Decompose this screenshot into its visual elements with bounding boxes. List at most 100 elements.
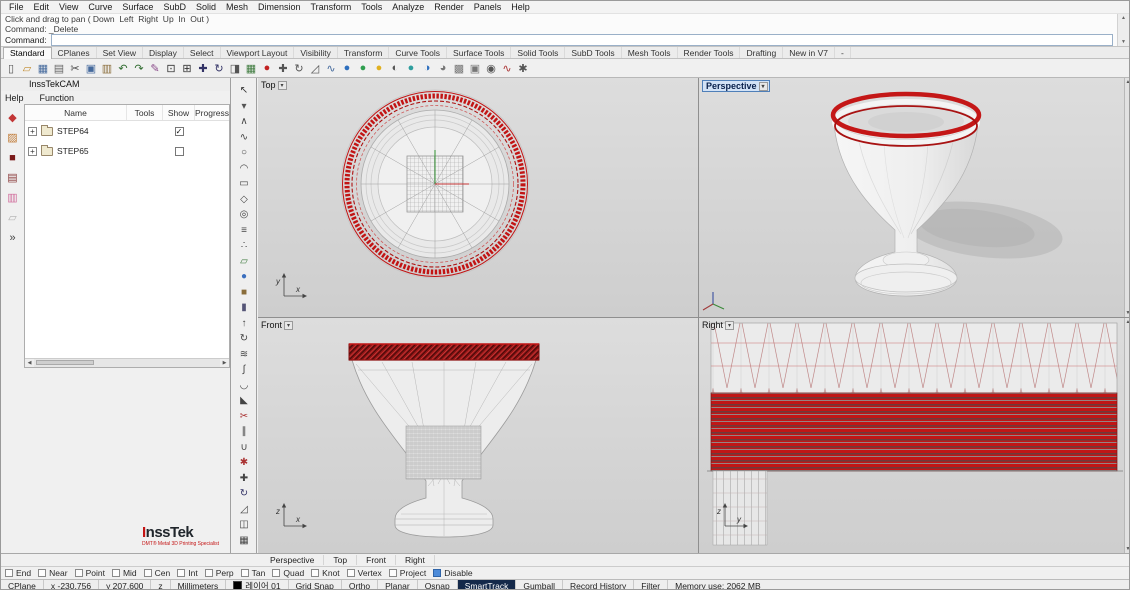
curve-tool-icon[interactable]: ∿ bbox=[499, 60, 515, 76]
shaded-globe-icon[interactable]: ◐ bbox=[387, 60, 403, 76]
cam-printer-icon[interactable]: ▤ bbox=[5, 170, 20, 185]
expand-icon[interactable] bbox=[28, 147, 37, 156]
polygon-icon[interactable]: ◇ bbox=[236, 192, 253, 208]
osnap-checkbox-disable[interactable] bbox=[433, 569, 441, 577]
perspective-scrollbar[interactable]: ▲ ▼ bbox=[1124, 78, 1130, 317]
osnap-tan[interactable]: Tan bbox=[241, 568, 266, 578]
toolbar-tab-cplanes[interactable]: CPlanes bbox=[52, 47, 97, 58]
ellipse-icon[interactable]: ◎ bbox=[236, 207, 253, 223]
array-icon[interactable]: ▦ bbox=[236, 533, 253, 549]
osnap-int[interactable]: Int bbox=[177, 568, 197, 578]
viewport-tab-top[interactable]: Top bbox=[324, 555, 357, 565]
cam-machine-icon[interactable]: ■ bbox=[5, 150, 20, 165]
osnap-quad[interactable]: Quad bbox=[272, 568, 304, 578]
status-cplane[interactable]: CPlane bbox=[1, 580, 44, 590]
lamp-icon[interactable]: ● bbox=[371, 60, 387, 76]
right-viewport-canvas[interactable]: zy bbox=[699, 318, 1130, 553]
cam-menu-help[interactable]: Help bbox=[5, 93, 24, 103]
chamfer-icon[interactable]: ◣ bbox=[236, 393, 253, 409]
move-tool-icon[interactable]: ✚ bbox=[275, 60, 291, 76]
zoom-extents-icon[interactable]: ⊞ bbox=[179, 60, 195, 76]
osnap-checkbox-quad[interactable] bbox=[272, 569, 280, 577]
cylinder-icon[interactable]: ▮ bbox=[236, 300, 253, 316]
viewport-title[interactable]: Front bbox=[261, 320, 282, 330]
cam-menu-function[interactable]: Function bbox=[40, 93, 75, 103]
osnap-near[interactable]: Near bbox=[38, 568, 67, 578]
sphere-icon[interactable]: ● bbox=[236, 269, 253, 285]
command-input[interactable] bbox=[51, 34, 1113, 46]
split-icon[interactable]: ∥ bbox=[236, 424, 253, 440]
revolve-icon[interactable]: ↻ bbox=[236, 331, 253, 347]
cam-export-icon[interactable]: ▱ bbox=[5, 210, 20, 225]
chevron-down-icon[interactable]: ▾ bbox=[725, 321, 734, 330]
zoom-window-icon[interactable]: ⊡ bbox=[163, 60, 179, 76]
status-toggle-record-history[interactable]: Record History bbox=[563, 580, 634, 590]
chevron-down-icon[interactable]: ▾ bbox=[284, 321, 293, 330]
sphere-teal-icon[interactable]: ● bbox=[403, 60, 419, 76]
status-units[interactable]: Millimeters bbox=[171, 580, 227, 590]
loft-icon[interactable]: ≋ bbox=[236, 347, 253, 363]
osnap-checkbox-cen[interactable] bbox=[144, 569, 152, 577]
toolbar-tab-curve-tools[interactable]: Curve Tools bbox=[389, 47, 447, 58]
status-toggle-smarttrack[interactable]: SmartTrack bbox=[458, 580, 517, 590]
menu-file[interactable]: File bbox=[4, 2, 29, 12]
scroll-up-icon[interactable]: ▲ bbox=[1121, 15, 1126, 21]
viewport-label-right[interactable]: Right ▾ bbox=[702, 320, 734, 330]
material-ball-icon[interactable]: ◕ bbox=[435, 60, 451, 76]
menu-mesh[interactable]: Mesh bbox=[221, 2, 253, 12]
circle-icon[interactable]: ○ bbox=[236, 145, 253, 161]
viewport-label-front[interactable]: Front ▾ bbox=[261, 320, 293, 330]
popup-menu-icon[interactable]: ▾ bbox=[236, 99, 253, 115]
viewport-right[interactable]: zy Right ▾ ▲ ▼ bbox=[699, 318, 1130, 553]
polyline-icon[interactable]: ∧ bbox=[236, 114, 253, 130]
red-marker-icon[interactable]: ● bbox=[259, 60, 275, 76]
curve-point-icon[interactable]: ∿ bbox=[323, 60, 339, 76]
rectangle-icon[interactable]: ▭ bbox=[236, 176, 253, 192]
osnap-cen[interactable]: Cen bbox=[144, 568, 171, 578]
osnap-vertex[interactable]: Vertex bbox=[347, 568, 382, 578]
points-icon[interactable]: ∴ bbox=[236, 238, 253, 254]
viewport-title[interactable]: Right bbox=[702, 320, 723, 330]
open-file-icon[interactable]: ▱ bbox=[19, 60, 35, 76]
status-toggle-filter[interactable]: Filter bbox=[634, 580, 668, 590]
menu-render[interactable]: Render bbox=[429, 2, 469, 12]
fillet-icon[interactable]: ◡ bbox=[236, 378, 253, 394]
sphere-green-icon[interactable]: ● bbox=[355, 60, 371, 76]
rotate-view-icon[interactable]: ↻ bbox=[211, 60, 227, 76]
scroll-up-icon[interactable]: ▲ bbox=[1126, 79, 1130, 85]
toolbar-tab-solid-tools[interactable]: Solid Tools bbox=[511, 47, 565, 58]
explode-icon[interactable]: ✱ bbox=[236, 455, 253, 471]
toolbar-tab-viewport-layout[interactable]: Viewport Layout bbox=[221, 47, 295, 58]
pointer-icon[interactable]: ↖ bbox=[236, 83, 253, 99]
sphere-blue-icon[interactable]: ● bbox=[339, 60, 355, 76]
toolbar-tab-new-in-v7[interactable]: New in V7 bbox=[783, 47, 835, 58]
scroll-down-icon[interactable]: ▼ bbox=[1121, 39, 1126, 45]
scroll-right-icon[interactable]: ▶ bbox=[220, 360, 229, 366]
step-table[interactable]: NameToolsShowProgress STEP64STEP65 ◀ ▶ bbox=[24, 104, 230, 368]
status-z-coordinate[interactable]: z bbox=[151, 580, 170, 590]
status-x-coordinate[interactable]: x -230.756 bbox=[44, 580, 99, 590]
rotate-icon[interactable]: ↻ bbox=[236, 486, 253, 502]
status-toggle-grid-snap[interactable]: Grid Snap bbox=[289, 580, 342, 590]
osnap-checkbox-point[interactable] bbox=[75, 569, 83, 577]
toolbar-tab-drafting[interactable]: Drafting bbox=[740, 47, 783, 58]
viewport-title[interactable]: Top bbox=[261, 80, 276, 90]
osnap-checkbox-vertex[interactable] bbox=[347, 569, 355, 577]
right-view-scrollbar[interactable]: ▲ ▼ bbox=[1124, 318, 1130, 553]
menu-curve[interactable]: Curve bbox=[83, 2, 117, 12]
status-y-coordinate[interactable]: y 207.600 bbox=[99, 580, 151, 590]
table-row[interactable]: STEP64 bbox=[25, 121, 229, 141]
toolbar-tab-set-view[interactable]: Set View bbox=[97, 47, 143, 58]
pan-view-icon[interactable]: ✚ bbox=[195, 60, 211, 76]
toolbar-tab-display[interactable]: Display bbox=[143, 47, 184, 58]
scrollbar-rail[interactable] bbox=[34, 359, 220, 367]
cam-report-icon[interactable]: ▥ bbox=[5, 190, 20, 205]
extrude-icon[interactable]: ↑ bbox=[236, 316, 253, 332]
render-globe-icon[interactable]: ◑ bbox=[419, 60, 435, 76]
chevron-down-icon[interactable]: ▾ bbox=[278, 81, 287, 90]
toolbar-tab-render-tools[interactable]: Render Tools bbox=[678, 47, 741, 58]
cam-folder-icon[interactable]: ▨ bbox=[5, 130, 20, 145]
scale-icon[interactable]: ◿ bbox=[236, 502, 253, 518]
osnap-checkbox-int[interactable] bbox=[177, 569, 185, 577]
join-icon[interactable]: ∪ bbox=[236, 440, 253, 456]
